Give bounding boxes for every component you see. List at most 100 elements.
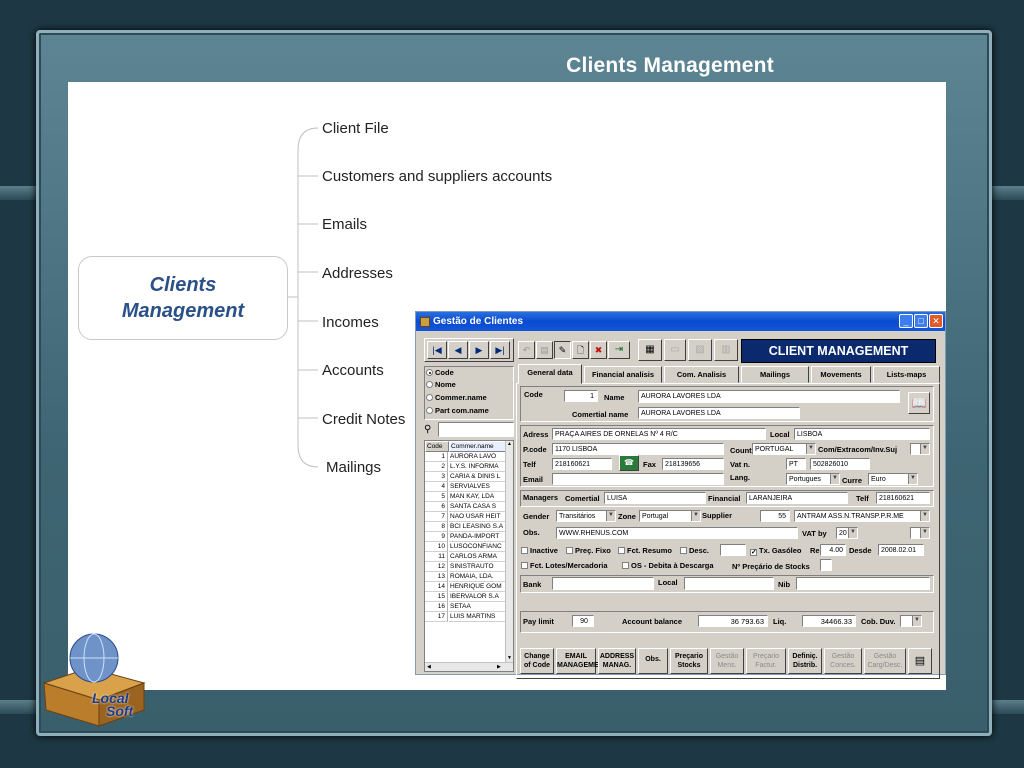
country-select[interactable]: PORTUGAL ▼	[752, 443, 816, 455]
chevron-down-icon[interactable]: ▼	[908, 474, 917, 484]
tab-financial-analisis[interactable]: Financial analisis	[584, 366, 662, 383]
list-item[interactable]: 16 SETAA	[425, 602, 507, 612]
address-management-button[interactable]: ADDRESS MANAG.	[598, 648, 636, 674]
search-option-nome[interactable]: Nome	[426, 380, 456, 389]
gestao-cargdesc-button[interactable]: Gestão Carg/Desc.	[864, 648, 906, 674]
precario-factur-button[interactable]: Preçario Factur.	[746, 648, 786, 674]
bank-field[interactable]	[552, 577, 654, 590]
n-precario-field[interactable]	[820, 559, 832, 571]
search-input[interactable]	[438, 422, 514, 437]
preco-fixo-checkbox[interactable]: Preç. Fixo	[566, 546, 611, 555]
scroll-left-icon[interactable]: ◀	[427, 663, 431, 671]
last-record-icon[interactable]: ▶|	[490, 341, 510, 359]
report-icon[interactable]: ▦	[638, 339, 662, 361]
binoculars-icon[interactable]: ⚲	[424, 423, 438, 437]
image-icon[interactable]: ▨	[688, 339, 712, 361]
tx-gasoleo-checkbox[interactable]: ✓ Tx. Gasóleo	[750, 546, 802, 556]
financial-field[interactable]: LARANJEIRA	[746, 492, 848, 504]
tab-general-data[interactable]: General data	[518, 364, 582, 384]
chart-icon[interactable]: ▭	[664, 339, 686, 361]
list-item[interactable]: 4 SERVIALVES	[425, 482, 507, 492]
chevron-down-icon[interactable]: ▼	[920, 444, 929, 454]
list-item[interactable]: 7 NAO USAR HEIT	[425, 512, 507, 522]
delete-icon[interactable]: ✖	[590, 341, 607, 359]
chevron-down-icon[interactable]: ▼	[806, 444, 815, 454]
obs-field[interactable]: WWW.RHENUS.COM	[556, 527, 798, 539]
list-item[interactable]: 6 SANTA CASA S	[425, 502, 507, 512]
lang-select[interactable]: Portugues ▼	[786, 473, 840, 485]
chevron-down-icon[interactable]: ▼	[912, 616, 921, 626]
tab-com-analisis[interactable]: Com. Analisis	[664, 366, 739, 383]
chevron-down-icon[interactable]: ▼	[920, 511, 929, 521]
precario-stocks-button[interactable]: Preçario Stocks	[670, 648, 708, 674]
account-balance-field[interactable]: 36 793.63	[698, 615, 768, 627]
prev-record-icon[interactable]: ◀	[448, 341, 468, 359]
cob-duv-select[interactable]: ▼	[900, 615, 922, 627]
telf2-field[interactable]: 218160621	[876, 492, 930, 504]
pay-limit-field[interactable]: 90	[572, 615, 594, 627]
scroll-up-icon[interactable]: ▲	[506, 441, 513, 447]
list-item[interactable]: 12 SINISTRAUTO	[425, 562, 507, 572]
desc-checkbox[interactable]: Desc.	[680, 546, 709, 555]
inactive-checkbox[interactable]: Inactive	[521, 546, 558, 555]
fax-field[interactable]: 218139656	[662, 458, 724, 470]
desde-field[interactable]: 2008.02.01	[878, 544, 924, 556]
grid-icon[interactable]: ▥	[714, 339, 738, 361]
extra-select[interactable]: ▼	[910, 527, 930, 539]
telf-field[interactable]: 218160621	[552, 458, 612, 470]
next-record-icon[interactable]: ▶	[469, 341, 489, 359]
tab-lists-maps[interactable]: Lists-maps	[873, 366, 940, 383]
list-item[interactable]: 11 CARLOS ARMA	[425, 552, 507, 562]
vat-prefix-field[interactable]: PT	[786, 458, 806, 470]
search-option-code[interactable]: Code	[426, 368, 454, 377]
email-field[interactable]	[552, 473, 724, 485]
nib-field[interactable]	[796, 577, 930, 590]
search-option-commername[interactable]: Commer.name	[426, 393, 487, 402]
tx-gasoleo-field[interactable]: 4.00	[820, 544, 846, 556]
close-icon[interactable]: ✕	[929, 314, 943, 328]
list-item[interactable]: 17 LUIS MARTINS	[425, 612, 507, 622]
supplier-name-select[interactable]: ANTRAM ASS.N.TRANSP.P.R.ME ▼	[794, 510, 930, 522]
tab-mailings[interactable]: Mailings	[741, 366, 809, 383]
window-titlebar[interactable]: Gestão de Clientes	[416, 312, 945, 331]
name-field[interactable]: AURORA LAVORES LDA	[638, 390, 900, 403]
edit-icon[interactable]: ✎	[554, 341, 571, 359]
change-code-button[interactable]: Change of Code	[520, 648, 554, 674]
phone-icon[interactable]: ☎	[619, 455, 639, 471]
list-header-code[interactable]: Code	[425, 441, 449, 452]
gender-select[interactable]: Transitários ▼	[556, 510, 616, 522]
book-icon[interactable]: 📖	[908, 392, 930, 414]
fct-lotes-checkbox[interactable]: Fct. Lotes/Mercadoria	[521, 561, 608, 570]
chevron-down-icon[interactable]: ▼	[848, 528, 857, 538]
scroll-right-icon[interactable]: ▶	[497, 663, 501, 671]
new-icon[interactable]: 🗋	[572, 341, 589, 359]
currency-select[interactable]: Euro ▼	[868, 473, 918, 485]
obs-button[interactable]: Obs.	[638, 648, 668, 674]
list-item[interactable]: 5 MAN KAY, LDA	[425, 492, 507, 502]
scroll-down-icon[interactable]: ▼	[506, 655, 513, 661]
settings-icon[interactable]: ▤	[908, 648, 932, 674]
save-icon[interactable]: ▤	[536, 341, 553, 359]
list-item[interactable]: 10 LUSOCONFIANC	[425, 542, 507, 552]
list-item[interactable]: 14 HENRIQUE GOM	[425, 582, 507, 592]
gestao-conces-button[interactable]: Gestão Conces.	[824, 648, 862, 674]
minimize-icon[interactable]: _	[899, 314, 913, 328]
local-field[interactable]: LISBOA	[794, 428, 930, 440]
definic-distrib-button[interactable]: Definiç. Distrib.	[788, 648, 822, 674]
fct-resumo-checkbox[interactable]: Fct. Resumo	[618, 546, 672, 555]
chevron-down-icon[interactable]: ▼	[920, 528, 929, 538]
email-management-button[interactable]: EMAIL MANAGEMENT	[556, 648, 608, 674]
maximize-icon[interactable]: □	[914, 314, 928, 328]
list-item[interactable]: 1 AURORA LAVO	[425, 452, 507, 462]
desc-field[interactable]	[720, 544, 746, 556]
comertial-field[interactable]: LUISA	[604, 492, 706, 504]
tab-movements[interactable]: Movements	[811, 366, 871, 383]
pcode-field[interactable]: 1170 LISBOA	[552, 443, 724, 455]
supplier-code-field[interactable]: 55	[760, 510, 790, 522]
list-item[interactable]: 9 PANDA-IMPORT	[425, 532, 507, 542]
search-option-partcomname[interactable]: Part com.name	[426, 406, 489, 415]
list-item[interactable]: 13 ROMAIA, LDA.	[425, 572, 507, 582]
os-debita-checkbox[interactable]: OS - Debita à Descarga	[622, 561, 714, 570]
list-header-name[interactable]: Commer.name	[449, 441, 507, 452]
chevron-down-icon[interactable]: ▼	[830, 474, 839, 484]
